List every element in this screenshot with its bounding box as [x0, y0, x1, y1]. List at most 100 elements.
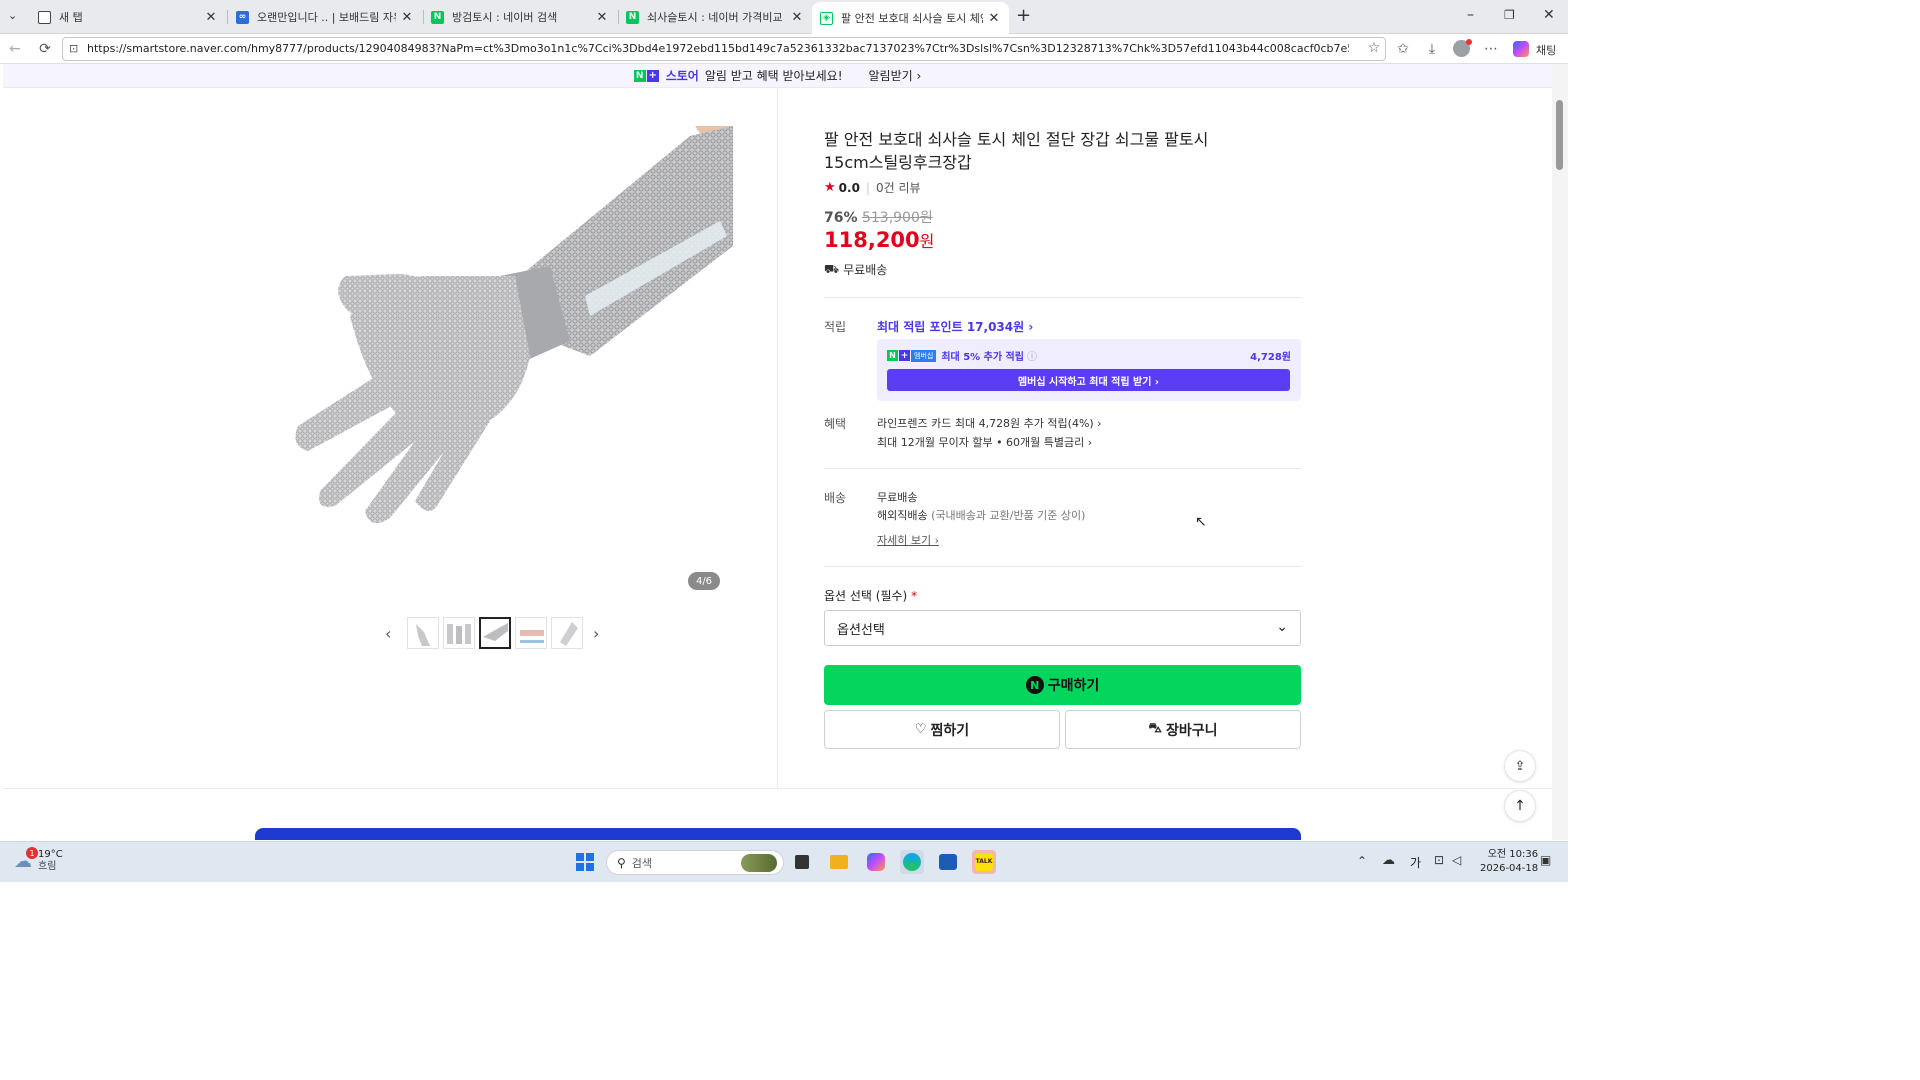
thumbnail-4[interactable] — [515, 617, 547, 649]
free-shipping-label: 무료배송 — [843, 263, 888, 277]
close-tab-icon[interactable]: ✕ — [204, 10, 218, 25]
tray-overflow-icon[interactable]: ⌃ — [1357, 854, 1367, 868]
option-select-value: 옵션선택 — [837, 622, 885, 638]
taskbar-search-box[interactable]: ⚲ 검색 — [606, 850, 784, 875]
close-tab-icon[interactable]: ✕ — [790, 10, 804, 25]
tab-smartstore-active[interactable]: ◈ 팔 안전 보호대 쇠사슬 토시 체인 절 ✕ — [812, 2, 1009, 34]
thumbnail-glove-icon — [483, 623, 508, 641]
benefits-label: 혜택 — [824, 417, 847, 431]
column-divider — [777, 88, 778, 788]
heart-icon: ♡ — [914, 722, 927, 737]
windows-start-icon[interactable] — [573, 850, 597, 874]
naver-icon: N — [431, 10, 444, 24]
thumbnail-next-icon[interactable]: › — [593, 624, 599, 643]
clock-date: 2026-04-18 — [1480, 863, 1539, 874]
vertical-scrollbar[interactable] — [1552, 64, 1568, 840]
tab-naver-search[interactable]: N 방검토시 : 네이버 검색 ✕ — [423, 4, 617, 30]
taskbar: ☁ 1 19°C 흐림 ⚲ 검색 TALK ⌃ ☁ 가 ⊡ ◁ 오전 10:36… — [0, 841, 1568, 882]
free-shipping-badge: ⛟ 무료배송 — [824, 261, 887, 278]
thumbnail-3-selected[interactable] — [479, 617, 511, 649]
benefit-card-link[interactable]: 라인프렌즈 카드 최대 4,728원 추가 적립(4%) › — [877, 415, 1102, 431]
ime-indicator[interactable]: 가 — [1410, 854, 1421, 871]
new-tab-button[interactable]: + — [1016, 5, 1031, 26]
kakaotalk-icon[interactable]: TALK — [972, 850, 996, 874]
onedrive-icon[interactable]: ☁ — [1382, 853, 1395, 868]
microsoft-store-icon[interactable] — [936, 850, 960, 874]
smartstore-icon: ◈ — [820, 11, 833, 25]
copilot-taskbar-icon[interactable] — [864, 850, 888, 874]
weather-widget[interactable]: ☁ 1 19°C 흐림 — [14, 847, 63, 873]
membership-start-button[interactable]: 멤버십 시작하고 최대 적립 받기 › — [887, 369, 1290, 391]
discount-row: 76% 513,900원 — [824, 207, 933, 227]
info-icon[interactable]: ⓘ — [1027, 348, 1037, 363]
scroll-top-button[interactable]: ↑ — [1504, 790, 1536, 822]
close-window-icon[interactable]: ✕ — [1543, 7, 1555, 23]
task-view-icon[interactable] — [790, 850, 814, 874]
copilot-icon[interactable] — [1513, 41, 1529, 57]
shopping-bag-icon: ⛍ — [1148, 721, 1162, 736]
notification-subscribe-link[interactable]: 알림받기 › — [869, 67, 922, 84]
promo-banner-strip — [255, 828, 1301, 840]
delivery-overseas-row: 해외직배송 (국내배송과 교환/반품 기준 상이) — [877, 507, 1085, 523]
minimize-icon[interactable]: – — [1467, 7, 1474, 23]
downloads-icon[interactable]: ⤓ — [1423, 41, 1441, 57]
taskbar-search-placeholder: 검색 — [631, 856, 653, 870]
thumbnail-5[interactable] — [551, 617, 583, 649]
network-icon[interactable]: ⊡ — [1434, 853, 1444, 867]
option-select[interactable]: 옵션선택 ⌄ — [824, 610, 1301, 646]
chat-label[interactable]: 채팅 — [1536, 42, 1556, 58]
wishlist-button[interactable]: ♡ 찜하기 — [824, 710, 1060, 749]
review-count-link[interactable]: 0건 리뷰 — [876, 179, 921, 196]
max-points-link[interactable]: 최대 적립 포인트 17,034원 › — [877, 318, 1033, 335]
buy-button[interactable]: N 구매하기 — [824, 665, 1301, 705]
benefit-installment-link[interactable]: 최대 12개월 무이자 할부 • 60개월 특별금리 › — [877, 434, 1092, 450]
tab-naver-price[interactable]: N 쇠사슬토시 : 네이버 가격비교 ✕ — [618, 4, 812, 30]
price-unit: 원 — [919, 232, 935, 251]
thumbnail-1[interactable] — [407, 617, 439, 649]
site-info-icon[interactable]: ⊡ — [69, 42, 78, 55]
restore-icon[interactable]: ❐ — [1504, 8, 1515, 22]
chainmail-glove-image — [295, 126, 733, 524]
address-bar[interactable]: ⊡ https://smartstore.naver.com/hmy8777/p… — [62, 37, 1386, 61]
option-label: 옵션 선택 (필수) — [824, 589, 908, 603]
windows-logo — [576, 853, 594, 871]
tab-list-dropdown-icon[interactable]: ⌄ — [8, 9, 17, 22]
cart-label: 장바구니 — [1165, 722, 1218, 739]
delivery-label: 배송 — [824, 491, 847, 505]
product-main-image[interactable] — [290, 126, 733, 546]
wishlist-label: 찜하기 — [930, 722, 970, 739]
thumbnail-2[interactable] — [443, 617, 475, 649]
truck-icon: ⛟ — [824, 261, 840, 276]
price-row: 118,200원 — [824, 228, 934, 252]
close-tab-icon[interactable]: ✕ — [595, 10, 609, 25]
close-tab-icon[interactable]: ✕ — [987, 11, 1001, 26]
option-label-row: 옵션 선택 (필수) * — [824, 587, 917, 604]
banner-message: 알림 받고 혜택 받아보세요! — [704, 69, 843, 83]
arrow-up-icon: ↑ — [1514, 798, 1526, 814]
section-divider — [3, 788, 1552, 789]
scrollbar-thumb[interactable] — [1556, 100, 1563, 170]
file-explorer-icon[interactable] — [827, 850, 851, 874]
thumbnail-prev-icon[interactable]: ‹ — [385, 624, 391, 643]
cart-button[interactable]: ⛍ 장바구니 — [1065, 710, 1301, 749]
chevron-down-icon: ⌄ — [1276, 619, 1288, 635]
clock[interactable]: 오전 10:36 2026-04-18 — [1480, 848, 1538, 876]
close-tab-icon[interactable]: ✕ — [400, 10, 414, 25]
required-mark: * — [911, 589, 918, 603]
bookmark-star-icon[interactable]: ☆ — [1365, 40, 1383, 56]
favorites-icon[interactable]: ✩ — [1394, 41, 1412, 57]
edge-browser-icon[interactable] — [900, 850, 924, 874]
volume-icon[interactable]: ◁ — [1452, 853, 1461, 867]
page-content: N + 스토어 알림 받고 혜택 받아보세요! 알림받기 › 4/6 ‹ › 팔… — [3, 64, 1552, 840]
more-menu-icon[interactable]: ⋯ — [1482, 41, 1500, 57]
share-icon: ⇪ — [1514, 758, 1526, 774]
back-icon[interactable]: ← — [6, 41, 24, 57]
notification-icon[interactable]: ▣ — [1540, 853, 1551, 867]
reload-icon[interactable]: ⟳ — [36, 41, 54, 57]
tab-new-tab[interactable]: 새 탭 ✕ — [30, 4, 226, 30]
tab-bobae[interactable]: ∞ 오랜만입니다 .. | 보배드림 자유게 ✕ — [228, 4, 422, 30]
share-button[interactable]: ⇪ — [1504, 750, 1536, 782]
delivery-details-link[interactable]: 자세히 보기 › — [877, 532, 939, 548]
weather-badge: 1 — [26, 847, 38, 859]
profile-badge-icon — [1466, 39, 1472, 45]
